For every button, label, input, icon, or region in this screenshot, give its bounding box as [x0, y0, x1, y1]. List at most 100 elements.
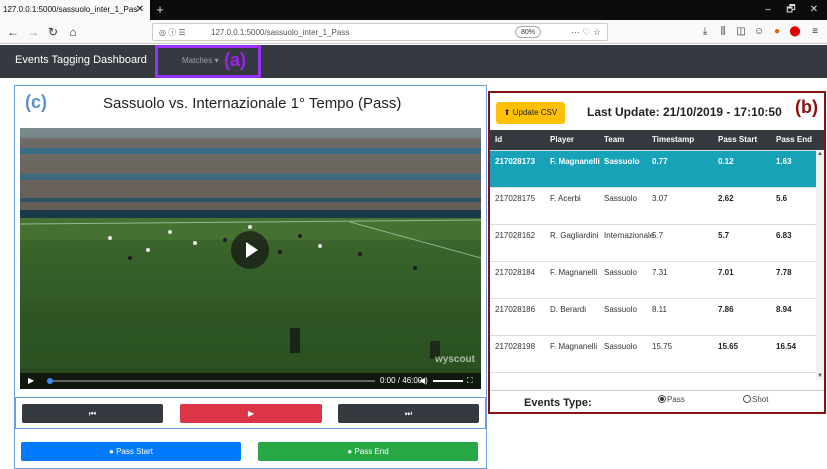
- page-actions-icon[interactable]: ···: [571, 27, 580, 37]
- table-row[interactable]: 217028162 R. Gagliardini Internazionale 5.7…: [490, 224, 816, 261]
- volume-icon[interactable]: ◀): [419, 373, 428, 389]
- cell-start: 5.7: [718, 231, 730, 240]
- cell-team: Internazionale: [604, 231, 655, 240]
- url-text[interactable]: 127.0.0.1:5000/sassuolo_inter_1_Pass: [211, 24, 349, 41]
- volume-slider[interactable]: [433, 380, 463, 382]
- browser-tab-bar: 127.0.0.1:5000/sassuolo_inter_1_Pas ✕ + …: [0, 0, 827, 20]
- scroll-up-icon[interactable]: ▲: [816, 150, 824, 158]
- video-play-overlay[interactable]: [231, 231, 269, 269]
- table-scrollbar[interactable]: ▲ ▼: [816, 150, 824, 380]
- radio-pass[interactable]: Pass: [658, 395, 685, 405]
- previous-button[interactable]: ⏮: [22, 404, 163, 423]
- pass-end-label: Pass End: [354, 447, 389, 456]
- radio-pass-dot[interactable]: [658, 395, 666, 403]
- table-row[interactable]: 217028186 D. Berardi Sassuolo 8.11 7.86 8.94: [490, 298, 816, 335]
- window-close-icon[interactable]: ✕: [803, 0, 825, 20]
- table-row[interactable]: 217028173 F. Magnanelli Sassuolo 0.77 0.12 1.…: [490, 150, 816, 187]
- video-player[interactable]: wyscout ▶ 0:00 / 46:00 ◀) ⛶: [20, 128, 481, 389]
- column-header-player[interactable]: Player: [550, 130, 574, 150]
- last-update-text: Last Update: 21/10/2019 - 17:10:50: [587, 105, 782, 119]
- upload-icon: ⬆: [503, 108, 513, 117]
- forward-icon[interactable]: →: [24, 23, 42, 41]
- annotation-b: (b): [795, 97, 818, 117]
- matches-dropdown[interactable]: Matches ▾ (a): [155, 45, 261, 78]
- cell-end: 16.54: [776, 342, 797, 351]
- cell-id: 217028162: [495, 231, 536, 240]
- cell-player: D. Berardi: [550, 305, 587, 314]
- update-csv-button[interactable]: ⬆ Update CSV: [496, 102, 565, 124]
- account-icon[interactable]: ☺: [752, 24, 766, 40]
- scroll-down-icon[interactable]: ▼: [816, 372, 824, 380]
- tab-close-icon[interactable]: ✕: [136, 0, 144, 20]
- app-navbar: Events Tagging Dashboard Matches ▾ (a): [0, 45, 827, 78]
- cell-player: F. Magnanelli: [550, 268, 598, 277]
- annotation-a: (a): [224, 50, 246, 70]
- cell-end: 1.63: [776, 157, 792, 166]
- column-header-team[interactable]: Team: [604, 130, 624, 150]
- table-row[interactable]: 217028184 F. Magnanelli Sassuolo 7.31 7.01 7.…: [490, 261, 816, 298]
- cell-id: 217028186: [495, 305, 536, 314]
- library-icon[interactable]: ⫼: [716, 24, 730, 40]
- update-csv-label: Update CSV: [512, 108, 558, 117]
- cell-timestamp: 5.7: [652, 231, 664, 240]
- column-header-pass-start[interactable]: Pass Start: [718, 130, 757, 150]
- pass-start-label: Pass Start: [116, 447, 153, 456]
- table-row[interactable]: 217028200 Pol Lirola Sassuolo 18.39 17.99 20.…: [490, 372, 816, 380]
- cell-end: 6.83: [776, 231, 792, 240]
- browser-tab[interactable]: 127.0.0.1:5000/sassuolo_inter_1_Pas ✕: [0, 0, 150, 20]
- menu-icon[interactable]: ≡: [808, 24, 822, 40]
- cell-player: F. Magnanelli: [550, 342, 598, 351]
- playback-buttons: ⏮ ▶ ⏭: [15, 397, 486, 429]
- events-type-selector: Events Type: Pass Shot: [490, 390, 824, 412]
- cell-team: Sassuolo: [604, 379, 637, 380]
- play-button[interactable]: ▶: [180, 404, 322, 423]
- url-actions-icon[interactable]: ··· ♡ ☆: [571, 24, 601, 41]
- progress-knob[interactable]: [47, 378, 53, 384]
- table-row[interactable]: 217028175 F. Acerbi Sassuolo 3.07 2.62 5.6: [490, 187, 816, 224]
- window-minimize-icon[interactable]: –: [757, 0, 779, 20]
- radio-shot-dot[interactable]: [743, 395, 751, 403]
- window-maximize-icon[interactable]: 🗗: [780, 0, 802, 20]
- radio-pass-label: Pass: [667, 395, 685, 404]
- video-progress-bar[interactable]: [47, 378, 375, 384]
- new-tab-icon[interactable]: +: [152, 0, 168, 20]
- download-icon[interactable]: ⤓: [698, 24, 712, 40]
- pass-start-button[interactable]: ● Pass Start: [21, 442, 241, 461]
- cell-timestamp: 3.07: [652, 194, 668, 203]
- cell-id: 217028173: [495, 157, 536, 166]
- next-button[interactable]: ⏭: [338, 404, 479, 423]
- cell-end: 7.78: [776, 268, 792, 277]
- reload-icon[interactable]: ↻: [44, 23, 62, 41]
- fullscreen-icon[interactable]: ⛶: [467, 373, 473, 389]
- radio-shot-label: Shot: [752, 395, 769, 404]
- matches-label[interactable]: Matches ▾: [182, 48, 218, 74]
- cell-id: 217028198: [495, 342, 536, 351]
- pass-end-button[interactable]: ● Pass End: [258, 442, 478, 461]
- back-icon[interactable]: ←: [4, 23, 22, 41]
- sidebar-icon[interactable]: ◫: [734, 24, 748, 40]
- table-row[interactable]: 217028198 F. Magnanelli Sassuolo 15.75 15.65…: [490, 335, 816, 372]
- cell-team: Sassuolo: [604, 157, 640, 166]
- video-panel: (c) Sassuolo vs. Internazionale 1° Tempo…: [14, 85, 487, 469]
- extension-icon[interactable]: ●: [770, 24, 784, 40]
- home-icon[interactable]: ⌂: [64, 23, 82, 41]
- video-time: 0:00 / 46:00: [380, 376, 423, 385]
- cell-end: 5.6: [776, 194, 788, 203]
- site-info-icon[interactable]: ◎ ⓘ ☰: [159, 24, 186, 41]
- radio-shot[interactable]: Shot: [743, 395, 768, 405]
- url-bar[interactable]: ◎ ⓘ ☰ 127.0.0.1:5000/sassuolo_inter_1_Pa…: [152, 23, 608, 41]
- column-header-timestamp[interactable]: Timestamp: [652, 130, 694, 150]
- cell-team: Sassuolo: [604, 342, 637, 351]
- cell-timestamp: 18.39: [652, 379, 672, 380]
- adblock-icon[interactable]: ⬤: [788, 24, 802, 40]
- column-header-id[interactable]: Id: [495, 130, 502, 150]
- cell-timestamp: 7.31: [652, 268, 668, 277]
- cell-player: F. Magnanelli: [550, 157, 600, 166]
- column-header-pass-end[interactable]: Pass End: [776, 130, 812, 150]
- cell-player: R. Gagliardini: [550, 231, 599, 240]
- app-brand[interactable]: Events Tagging Dashboard: [15, 45, 147, 76]
- cell-start: 7.86: [718, 305, 734, 314]
- cell-id: 217028184: [495, 268, 536, 277]
- zoom-badge[interactable]: 80%: [514, 26, 541, 38]
- video-play-icon[interactable]: ▶: [28, 373, 34, 389]
